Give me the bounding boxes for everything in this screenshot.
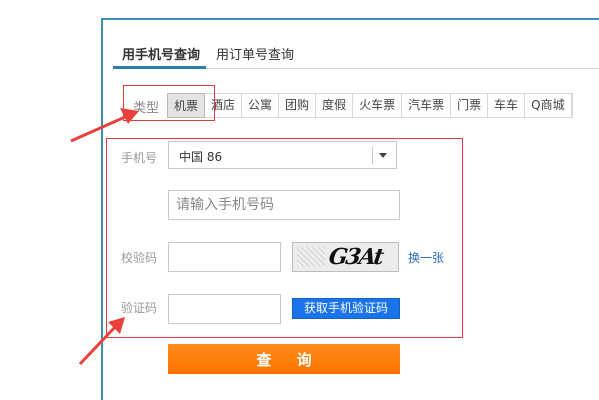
annotation-arrows <box>70 108 139 366</box>
arrow-to-type-icon <box>70 108 139 143</box>
arrow-to-verify-icon <box>78 317 125 366</box>
